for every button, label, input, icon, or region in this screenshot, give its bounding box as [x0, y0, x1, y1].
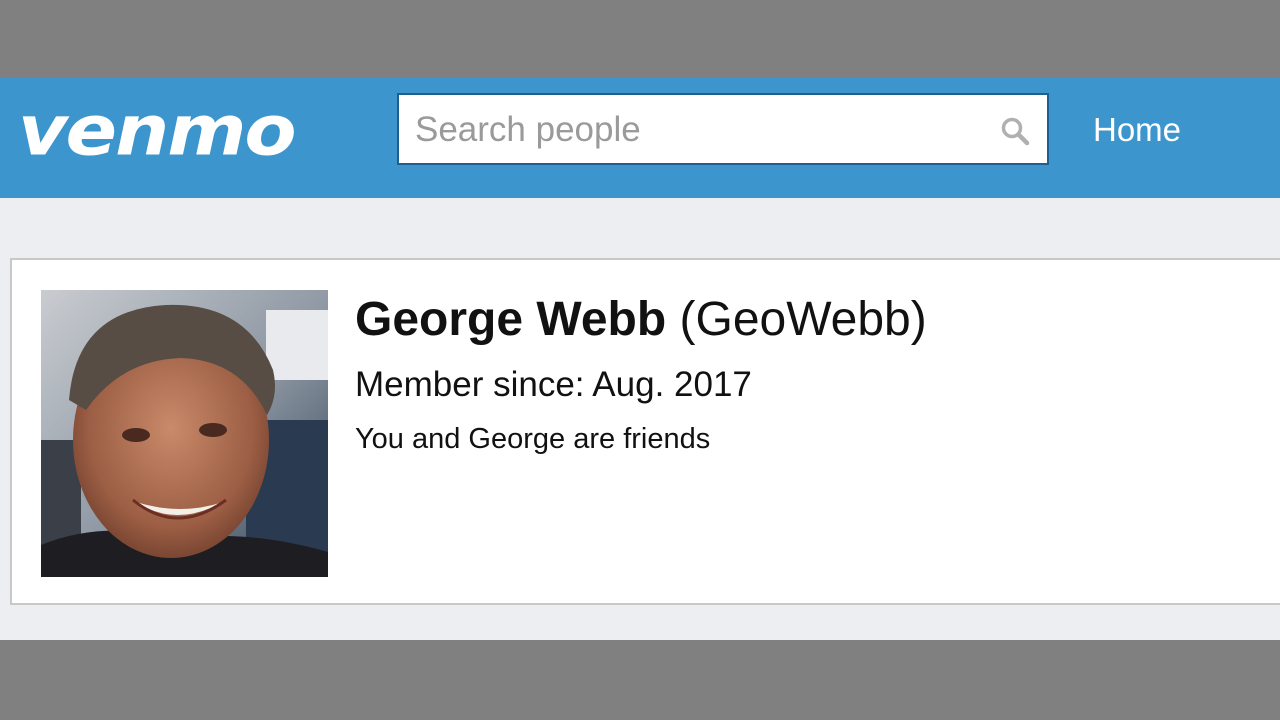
profile-heading: George Webb (GeoWebb)	[355, 290, 927, 350]
search-input[interactable]	[413, 95, 977, 165]
member-since: Member since: Aug. 2017	[355, 365, 752, 404]
profile-card: George Webb (GeoWebb) Member since: Aug.…	[10, 258, 1280, 605]
venmo-page: venmo Home	[0, 78, 1280, 640]
letterbox-top	[0, 0, 1280, 78]
venmo-logo[interactable]: venmo	[18, 92, 297, 169]
profile-display-name: George Webb	[355, 293, 667, 346]
search-icon[interactable]	[999, 115, 1031, 147]
friend-status: You and George are friends	[355, 423, 711, 455]
profile-username: (GeoWebb)	[679, 293, 927, 346]
search-box[interactable]	[397, 93, 1049, 165]
nav-home-link[interactable]: Home	[1093, 110, 1181, 150]
profile-avatar	[41, 290, 328, 577]
top-navigation-bar: venmo Home	[0, 78, 1280, 198]
avatar-photo	[41, 290, 328, 577]
letterbox-bottom	[0, 640, 1280, 720]
